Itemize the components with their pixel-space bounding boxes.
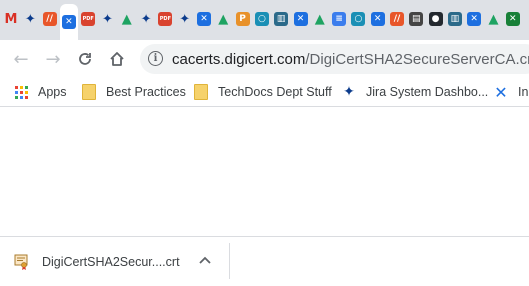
browser-tab[interactable]: ▲ <box>485 8 503 30</box>
arrow-right-icon: → <box>45 48 61 70</box>
browser-tab[interactable]: ✕ <box>465 8 483 30</box>
browser-tab[interactable]: // <box>388 8 406 30</box>
browser-tab[interactable]: P <box>234 8 252 30</box>
browser-tab[interactable]: ✦ <box>21 8 39 30</box>
chevron-up-icon <box>199 256 211 264</box>
browser-tab[interactable]: ▲ <box>118 8 136 30</box>
gmail-icon: M <box>4 11 18 27</box>
google-drive-icon: ▲ <box>314 11 325 27</box>
browser-tab[interactable]: ≡ <box>330 8 348 30</box>
arrow-left-icon: ← <box>13 48 29 70</box>
bookmark-label: Jira System Dashbo... <box>366 85 489 99</box>
browser-tab[interactable]: ○ <box>253 8 271 30</box>
browser-tab[interactable]: ▥ <box>446 8 464 30</box>
home-icon <box>110 52 124 66</box>
pdf-icon: PDF <box>81 12 96 26</box>
jira-icon: ✦ <box>24 11 36 27</box>
shelf-divider <box>229 243 230 279</box>
reload-button[interactable] <box>74 48 96 70</box>
browser-tab[interactable]: ✕ <box>292 8 310 30</box>
browser-tab[interactable]: M <box>2 8 20 30</box>
bookmark-item[interactable]: TechDocs Dept Stuff <box>194 82 332 102</box>
browser-tab[interactable]: ✕ <box>369 8 387 30</box>
bookmark-label: TechDocs Dept Stuff <box>218 85 332 99</box>
google-docs-icon: ≡ <box>332 12 347 26</box>
browser-tab[interactable]: ▲ <box>214 8 232 30</box>
confluence-icon: ✕ <box>197 12 211 26</box>
bookmark-item[interactable]: ✦ Jira System Dashbo... <box>342 82 488 102</box>
pagerduty-icon: // <box>390 12 404 26</box>
bookmark-item[interactable]: ✕ In <box>494 82 528 102</box>
browser-tab[interactable]: PDF <box>156 8 174 30</box>
browser-tab[interactable]: ✕ <box>59 4 78 40</box>
pagerduty-icon: // <box>42 12 57 26</box>
bookmarks-bar: Apps Best Practices TechDocs Dept Stuff ✦ Ji… <box>0 78 529 107</box>
bookmark-item[interactable]: Best Practices <box>82 82 186 102</box>
confluence-icon: ✕ <box>494 82 508 102</box>
bookmark-item[interactable]: Apps <box>14 82 67 102</box>
circle-icon: ○ <box>254 12 269 26</box>
browser-toolbar: ← → i cacerts.digicert.com/DigiCertSHA2S… <box>0 40 529 78</box>
browser-tab[interactable]: ● <box>427 8 445 30</box>
site-info-icon[interactable]: i <box>148 51 163 66</box>
bookmark-label: In <box>518 85 529 99</box>
p-icon: P <box>235 12 250 26</box>
confluence-icon: ✕ <box>467 12 482 26</box>
tab-strip: M ✦ // ✕ PDF ✦ ▲ ✦ PDF ✦ ✕ ▲ P ○ ▥ ✕ ▲ ≡ ○ ✕ // ▤ ● ▥ ✕ ▲ ✕ <box>0 0 529 40</box>
jira-icon: ✦ <box>102 11 113 27</box>
browser-tab[interactable]: // <box>41 8 59 30</box>
download-shelf: DigiCertSHA2Secur....crt <box>0 236 529 286</box>
url-host: cacerts.digicert.com <box>172 51 306 68</box>
forward-button[interactable]: → <box>42 48 64 70</box>
browser-tab[interactable]: ✕ <box>195 8 213 30</box>
folder-icon <box>194 84 208 100</box>
circle-icon: ○ <box>351 12 366 26</box>
apps-grid-icon <box>14 85 28 99</box>
confluence-icon: ✕ <box>293 12 308 26</box>
spreadsheet-icon: ✕ <box>505 12 520 26</box>
address-bar[interactable]: i cacerts.digicert.com/DigiCertSHA2Secur… <box>140 44 529 74</box>
jira-icon: ✦ <box>179 11 191 27</box>
home-button[interactable] <box>106 48 128 70</box>
bookmark-label: Best Practices <box>106 85 186 99</box>
folder-icon <box>82 84 96 100</box>
browser-tab[interactable]: ▤ <box>407 8 425 30</box>
back-button[interactable]: ← <box>10 48 32 70</box>
github-icon: ● <box>428 12 443 26</box>
browser-tab[interactable]: ✦ <box>99 8 117 30</box>
browser-tab[interactable]: PDF <box>79 8 97 30</box>
jira-icon: ✦ <box>140 11 152 27</box>
google-drive-icon: ▲ <box>121 11 132 27</box>
confluence-icon: ✕ <box>61 15 76 29</box>
bookmark-label: Apps <box>38 85 67 99</box>
browser-tab[interactable]: ✦ <box>137 8 155 30</box>
jira-icon: ✦ <box>343 84 355 100</box>
google-drive-icon: ▲ <box>488 11 499 27</box>
pdf-icon: PDF <box>158 12 173 26</box>
chart-icon: ▥ <box>274 12 289 26</box>
certificate-file-icon <box>14 254 28 270</box>
browser-tab[interactable]: ▥ <box>272 8 290 30</box>
url-text[interactable]: cacerts.digicert.com/DigiCertSHA2SecureS… <box>172 51 529 68</box>
browser-tab[interactable]: ✦ <box>176 8 194 30</box>
url-path: /DigiCertSHA2SecureServerCA.crt <box>305 51 529 68</box>
download-filename: DigiCertSHA2Secur....crt <box>42 255 180 269</box>
browser-tab[interactable]: ▲ <box>311 8 329 30</box>
book-icon: ▤ <box>409 12 424 26</box>
chart-icon: ▥ <box>447 12 462 26</box>
browser-tab[interactable]: ○ <box>349 8 367 30</box>
download-options-button[interactable] <box>198 253 212 267</box>
google-drive-icon: ▲ <box>218 11 229 27</box>
download-item[interactable]: DigiCertSHA2Secur....crt <box>14 250 180 274</box>
reload-icon <box>79 53 91 65</box>
confluence-icon: ✕ <box>370 12 385 26</box>
browser-tab[interactable]: ✕ <box>504 8 522 30</box>
